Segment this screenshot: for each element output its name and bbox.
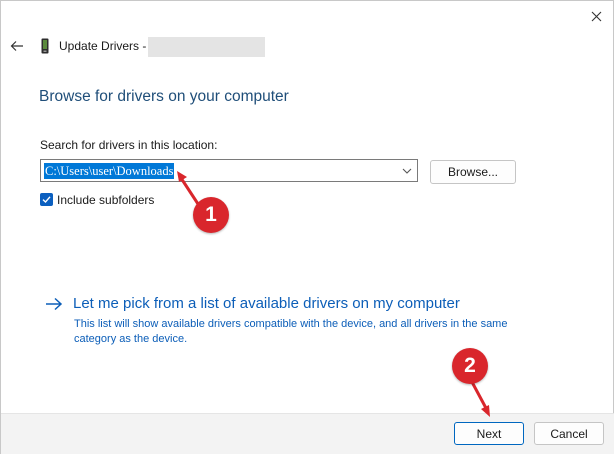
include-subfolders-label[interactable]: Include subfolders [57,193,154,207]
driver-path-input[interactable]: C:\Users\user\Downloads [44,163,175,179]
annotation-arrows [177,171,490,417]
next-button[interactable]: Next [454,422,524,445]
page-heading: Browse for drivers on your computer [39,88,289,105]
dialog-title: Update Drivers - [59,39,147,53]
include-subfolders-checkbox[interactable] [40,193,53,206]
back-button[interactable] [8,37,26,55]
update-drivers-dialog: Update Drivers - Browse for drivers on y… [0,0,614,454]
callout-badge-2: 2 [452,348,488,384]
cancel-button[interactable]: Cancel [534,422,604,445]
browse-button[interactable]: Browse... [430,160,516,184]
device-icon [41,38,49,54]
pick-driver-link-title[interactable]: Let me pick from a list of available dri… [73,295,460,312]
driver-path-combobox[interactable]: C:\Users\user\Downloads [40,159,418,182]
arrow-left-icon [10,41,23,51]
close-button[interactable] [581,3,611,29]
close-icon [591,11,601,21]
pick-driver-description: This list will show available drivers co… [74,318,508,345]
chevron-down-icon[interactable] [402,166,412,176]
checkmark-icon [42,196,51,204]
callout-2-arrow [470,380,490,417]
arrow-right-icon [46,297,63,311]
callout-badge-1: 1 [193,197,229,233]
redacted-device-name [148,37,265,57]
search-location-label: Search for drivers in this location: [40,138,218,152]
